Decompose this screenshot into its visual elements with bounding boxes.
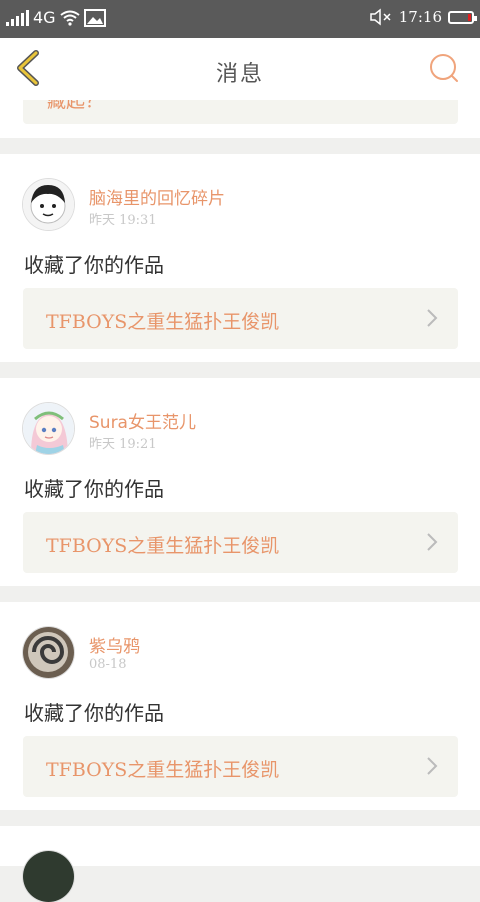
- timestamp: 昨天 19:31: [89, 213, 157, 228]
- username[interactable]: 紫乌鸦: [89, 632, 140, 657]
- timestamp: 08-18: [89, 657, 127, 672]
- message-card-partial: 藏起？: [0, 100, 480, 138]
- action-text: 收藏了你的作品: [24, 701, 164, 725]
- image-icon: [83, 8, 106, 27]
- message-card: 脑海里的回忆碎片 昨天 19:31 收藏了你的作品 TFBOYS之重生猛扑王俊凯: [0, 154, 480, 362]
- work-link-title: TFBOYS之重生猛扑王俊凯: [46, 311, 280, 333]
- username[interactable]: 脑海里的回忆碎片: [89, 184, 225, 209]
- work-link-title: TFBOYS之重生猛扑王俊凯: [46, 535, 280, 557]
- app-header: 消息: [0, 38, 480, 101]
- work-link[interactable]: TFBOYS之重生猛扑王俊凯: [23, 736, 458, 797]
- search-icon[interactable]: [428, 52, 460, 84]
- avatar[interactable]: [23, 627, 74, 678]
- message-card: Sura女王范儿 昨天 19:21 收藏了你的作品 TFBOYS之重生猛扑王俊凯: [0, 378, 480, 586]
- work-link-title: TFBOYS之重生猛扑王俊凯: [46, 759, 280, 781]
- status-bar: 4G 17:16: [0, 0, 480, 38]
- network-type: 4G: [33, 8, 56, 27]
- avatar[interactable]: [23, 403, 74, 454]
- battery-icon: [448, 10, 477, 24]
- action-text: 收藏了你的作品: [24, 253, 164, 277]
- chevron-right-icon: [427, 757, 438, 775]
- work-link-title: 藏起？: [47, 100, 105, 112]
- signal-icon: [6, 9, 29, 26]
- timestamp: 昨天 19:21: [89, 437, 157, 452]
- work-link[interactable]: TFBOYS之重生猛扑王俊凯: [23, 512, 458, 573]
- username[interactable]: Sura女王范儿: [89, 408, 196, 433]
- action-text: 收藏了你的作品: [24, 477, 164, 501]
- mute-icon: [370, 8, 391, 26]
- avatar[interactable]: [23, 851, 74, 902]
- wifi-icon: [59, 10, 80, 26]
- chevron-right-icon: [427, 533, 438, 551]
- clock: 17:16: [398, 8, 442, 26]
- chevron-right-icon: [427, 309, 438, 327]
- avatar[interactable]: [23, 179, 74, 230]
- work-link[interactable]: 藏起？: [23, 100, 458, 124]
- work-link[interactable]: TFBOYS之重生猛扑王俊凯: [23, 288, 458, 349]
- message-card: 紫乌鸦 08-18 收藏了你的作品 TFBOYS之重生猛扑王俊凯: [0, 602, 480, 810]
- message-list: 藏起？ 脑海里的回忆碎片 昨天 19:31 收藏了你的作品 TFBOYS之重生猛…: [0, 100, 480, 902]
- page-title: 消息: [215, 62, 264, 87]
- message-card-partial: [0, 826, 480, 902]
